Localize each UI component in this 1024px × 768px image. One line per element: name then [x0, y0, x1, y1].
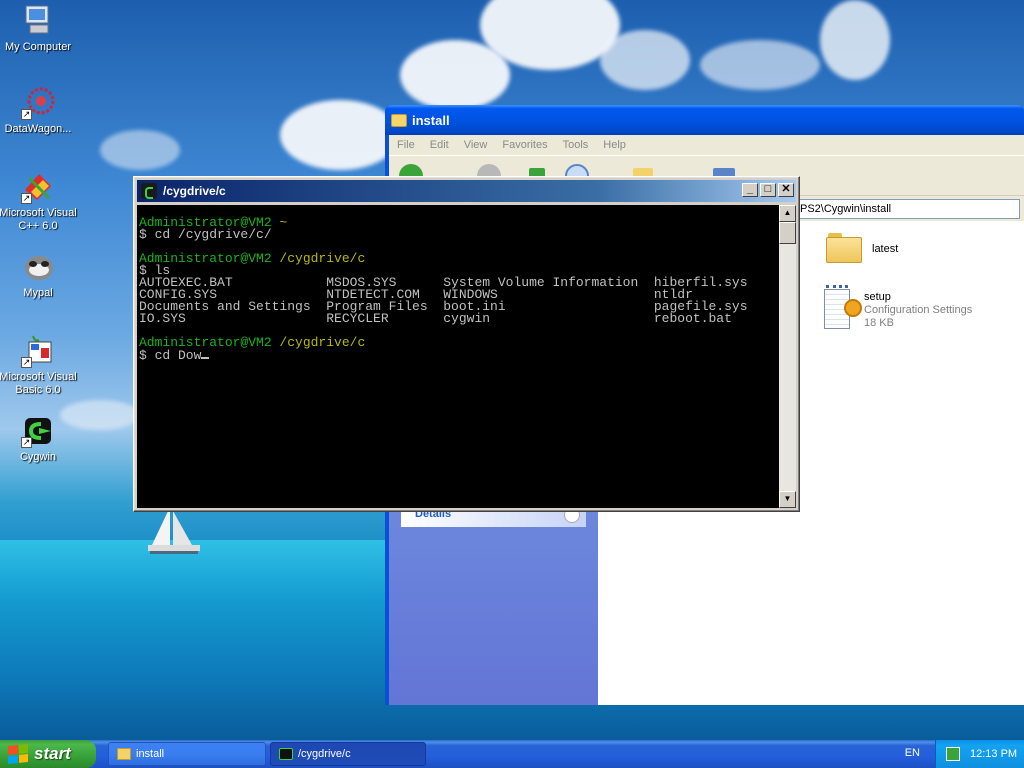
start-label: start [34, 744, 71, 763]
close-button[interactable]: ✕ [778, 183, 794, 197]
terminal-line: $ cd /cygdrive/c/ [139, 227, 272, 242]
windows-flag-icon [8, 743, 28, 765]
cloud [100, 130, 180, 170]
terminal-line: IO.SYS RECYCLER cygwin reboot.bat [139, 311, 732, 326]
desktop-icon-label: Microsoft Visual Basic 6.0 [0, 371, 77, 396]
shortcut-arrow-icon: ↗ [21, 357, 32, 368]
address-input[interactable]: PS2\Cygwin\install [795, 199, 1020, 219]
desktop-icon-label: Microsoft Visual C++ 6.0 [0, 207, 77, 232]
maximize-button[interactable]: □ [760, 183, 776, 197]
taskbar-item-cygdrive[interactable]: /cygdrive/c [270, 742, 426, 766]
file-type: Configuration Settings [864, 304, 973, 316]
cloud [400, 40, 510, 110]
cloud [700, 40, 820, 90]
cygwin-icon: ↗ [21, 414, 55, 448]
cloud [820, 0, 890, 80]
taskbar: start install /cygdrive/c EN 12:13 PM [0, 740, 1024, 768]
terminal-title: /cygdrive/c [163, 184, 226, 198]
explorer-menubar: File Edit View Favorites Tools Help [389, 135, 1024, 155]
menu-favorites[interactable]: Favorites [502, 139, 547, 151]
desktop-icon-datawagon[interactable]: ↗ DataWagon... [0, 86, 78, 136]
desktop-icon-mypal[interactable]: Mypal [0, 250, 78, 300]
terminal-input-line[interactable]: $ cd Dow [139, 348, 779, 363]
terminal-scrollbar[interactable]: ▲ ▼ [779, 205, 796, 508]
prompt-path: /cygdrive/c [271, 251, 366, 266]
terminal-titlebar[interactable]: /cygdrive/c _ □ ✕ [137, 180, 796, 202]
start-button[interactable]: start [0, 740, 96, 768]
desktop-icon-label: Mypal [23, 287, 53, 299]
text-cursor [201, 349, 210, 359]
prompt-path: ~ [271, 215, 288, 230]
desktop-icon-visual-cpp[interactable]: ↗ Microsoft Visual C++ 6.0 [0, 170, 78, 233]
task-label: install [136, 748, 165, 760]
menu-tools[interactable]: Tools [563, 139, 589, 151]
datawagon-icon: ↗ [21, 86, 55, 120]
menu-view[interactable]: View [464, 139, 488, 151]
file-name: setup [864, 291, 891, 303]
desktop-icon-cygwin[interactable]: ↗ Cygwin [0, 414, 78, 464]
scroll-up-icon[interactable]: ▲ [779, 205, 796, 222]
mypal-browser-icon [21, 250, 55, 284]
sailboat-image [148, 507, 200, 554]
file-item-setup[interactable]: setup Configuration Settings 18 KB [824, 285, 972, 330]
shortcut-arrow-icon: ↗ [21, 193, 32, 204]
cloud [600, 30, 690, 90]
cygwin-terminal-window[interactable]: /cygdrive/c _ □ ✕ Administrator@VM2 ~ $ … [133, 176, 800, 512]
file-size: 18 KB [864, 317, 894, 329]
minimize-button[interactable]: _ [742, 183, 758, 197]
menu-help[interactable]: Help [603, 139, 626, 151]
task-label: /cygdrive/c [298, 748, 351, 760]
visual-cpp-icon: ↗ [21, 170, 55, 204]
prompt-path: /cygdrive/c [271, 335, 366, 350]
my-computer-icon [21, 4, 55, 38]
scroll-thumb[interactable] [779, 222, 796, 244]
desktop-icon-visual-basic[interactable]: ↗ Microsoft Visual Basic 6.0 [0, 334, 78, 397]
menu-edit[interactable]: Edit [430, 139, 449, 151]
folder-icon [117, 748, 131, 760]
visual-basic-icon: ↗ [21, 334, 55, 368]
desktop-icon-label: My Computer [4, 41, 72, 53]
current-command: $ cd Dow [139, 348, 202, 363]
network-icon[interactable] [946, 747, 960, 761]
config-file-icon [824, 285, 862, 329]
shortcut-arrow-icon: ↗ [21, 437, 32, 448]
desktop-icon-my-computer[interactable]: My Computer [0, 4, 78, 54]
file-item-latest[interactable]: latest [826, 233, 898, 263]
explorer-titlebar[interactable]: install [385, 105, 1024, 135]
menu-file[interactable]: File [397, 139, 415, 151]
folder-icon [391, 113, 407, 127]
desktop-icon-label: Cygwin [19, 451, 57, 463]
scroll-down-icon[interactable]: ▼ [779, 491, 796, 508]
explorer-title: install [412, 112, 450, 128]
desktop: My Computer ↗ DataWagon... ↗ Microsoft V… [0, 0, 1024, 740]
shortcut-arrow-icon: ↗ [21, 109, 32, 120]
cygwin-icon [141, 183, 157, 199]
cloud [280, 100, 400, 170]
terminal-screen[interactable]: Administrator@VM2 ~ $ cd /cygdrive/c/ Ad… [137, 205, 779, 508]
desktop-icon-label: DataWagon... [4, 123, 72, 135]
file-name: latest [872, 243, 899, 255]
terminal-line: Administrator@VM2 /cygdrive/c [139, 335, 779, 350]
system-tray: 12:13 PM [935, 740, 1024, 768]
cygwin-icon [279, 748, 293, 760]
terminal-line: Administrator@VM2 /cygdrive/c [139, 251, 779, 266]
folder-icon [826, 233, 862, 263]
clock[interactable]: 12:13 PM [970, 748, 1017, 760]
language-indicator[interactable]: EN [905, 747, 920, 759]
taskbar-item-install[interactable]: install [108, 742, 266, 766]
